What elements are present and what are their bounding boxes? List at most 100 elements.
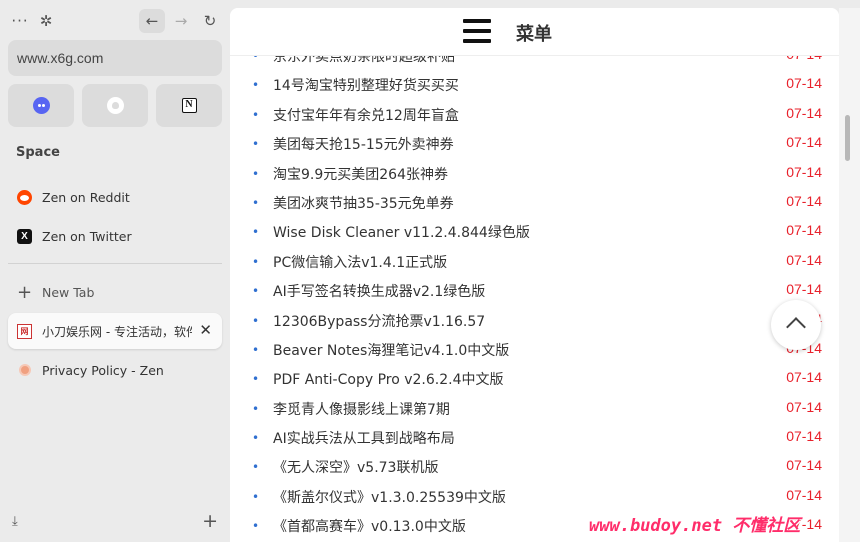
list-item-date: 07-14 — [786, 428, 822, 445]
list-item-title[interactable]: 支付宝年年有余兑12周年盲盒 — [273, 105, 459, 125]
add-icon[interactable]: + — [202, 510, 218, 532]
list-item-title[interactable]: 美团冰爽节抽35-35元免单券 — [273, 193, 454, 213]
new-tab-button[interactable]: + New Tab — [8, 275, 222, 309]
bullet-icon: • — [252, 519, 260, 534]
list-item-title[interactable]: 美团每天抢15-15元外卖神券 — [273, 134, 454, 154]
list-item-date: 07-14 — [786, 251, 822, 268]
tab-label: 小刀娱乐网 - 专注活动，软件 — [42, 324, 192, 339]
watermark: www.budoy.net 不懂社区 — [589, 516, 801, 536]
plus-icon: + — [17, 281, 33, 303]
bullet-icon: • — [252, 195, 260, 210]
list-item-date: 07-14 — [786, 486, 822, 503]
list-item[interactable]: • 淘宝9.9元买美团264张神券 07-14 — [230, 160, 839, 189]
github-icon — [106, 97, 124, 114]
bullet-icon: • — [252, 342, 260, 357]
list-item[interactable]: • 美团冰爽节抽35-35元免单券 07-14 — [230, 189, 839, 218]
list-item-title[interactable]: 12306Bypass分流抢票v1.16.57 — [273, 311, 485, 331]
list-item-title[interactable]: 淘宝9.9元买美团264张神券 — [273, 164, 448, 184]
bullet-icon: • — [252, 489, 260, 504]
site-header: 菜单 — [230, 8, 839, 56]
list-item-title[interactable]: 14号淘宝特别整理好货买买买 — [273, 75, 459, 95]
bullet-icon: • — [252, 431, 260, 446]
back-to-top-button[interactable] — [771, 300, 821, 350]
bullet-icon: • — [252, 78, 260, 93]
bullet-icon: • — [252, 137, 260, 152]
pinned-notion[interactable]: N — [156, 84, 222, 127]
reload-icon[interactable]: ↻ — [200, 9, 220, 33]
list-item-date: 07-14 — [786, 163, 822, 180]
close-icon[interactable]: ✕ — [199, 321, 212, 339]
list-item[interactable]: •12306Bypass分流抢票v1.16.5707-14 — [230, 307, 839, 336]
list-item-date: 07-14 — [786, 75, 822, 92]
list-item-date: 07-14 — [786, 222, 822, 239]
list-item-title[interactable]: Wise Disk Cleaner v11.2.4.844绿色版 — [273, 222, 530, 242]
sidebar-item-label: Zen on Twitter — [42, 228, 132, 244]
scrollbar[interactable] — [839, 8, 860, 542]
list-item[interactable]: • AI手写签名转换生成器v2.1绿色版 07-14 — [230, 277, 839, 306]
web-content: •京东外卖点奶茶限时超级补贴07-14•14号淘宝特别整理好货买买买07-14•… — [230, 8, 839, 542]
bullet-icon: • — [252, 313, 260, 328]
sidebar-item-zen-reddit[interactable]: Zen on Reddit — [8, 180, 222, 214]
list-item-title[interactable]: Beaver Notes海狸笔记v4.1.0中文版 — [273, 340, 509, 360]
sidebar-toolbar: ··· ✲ ← → ↻ — [8, 9, 222, 33]
new-tab-label: New Tab — [42, 284, 95, 300]
bullet-icon: • — [252, 401, 260, 416]
list-item[interactable]: • 14号淘宝特别整理好货买买买 07-14 — [230, 71, 839, 100]
list-item-title[interactable]: 《斯盖尔仪式》v1.3.0.25539中文版 — [273, 487, 506, 507]
menu-label[interactable]: 菜单 — [516, 20, 552, 46]
list-item[interactable]: • Wise Disk Cleaner v11.2.4.844绿色版 07-14 — [230, 218, 839, 247]
list-item[interactable]: • 《斯盖尔仪式》v1.3.0.25539中文版 07-14 — [230, 483, 839, 512]
bullet-icon: • — [252, 254, 260, 269]
discord-icon — [32, 97, 50, 114]
tab-active[interactable]: 网 小刀娱乐网 - 专注活动，软件 ✕ — [8, 313, 222, 349]
list-item[interactable]: •Beaver Notes海狸笔记v4.1.0中文版07-14 — [230, 336, 839, 365]
hamburger-menu-icon[interactable] — [463, 19, 491, 43]
bullet-icon: • — [252, 284, 260, 299]
pinned-github[interactable] — [82, 84, 148, 127]
article-list: •京东外卖点奶茶限时超级补贴07-14•14号淘宝特别整理好货买买买07-14•… — [230, 42, 839, 542]
sidebar: ··· ✲ ← → ↻ www.x6g.com N Space Zen on R… — [0, 0, 230, 542]
sidebar-item-label: Zen on Reddit — [42, 189, 130, 205]
list-item-title[interactable]: PC微信输入法v1.4.1正式版 — [273, 252, 447, 272]
list-item-title[interactable]: AI手写签名转换生成器v2.1绿色版 — [273, 281, 485, 301]
forward-arrow-icon[interactable]: → — [171, 9, 191, 33]
url-bar[interactable]: www.x6g.com — [8, 40, 222, 76]
list-item[interactable]: • 支付宝年年有余兑12周年盲盒 07-14 — [230, 101, 839, 130]
pinned-discord[interactable] — [8, 84, 74, 127]
list-item-date: 07-14 — [786, 457, 822, 474]
download-icon[interactable]: ⤓ — [12, 514, 18, 529]
list-item-date: 07-14 — [786, 281, 822, 298]
bullet-icon: • — [252, 166, 260, 181]
list-item[interactable]: • 《无人深空》v5.73联机版 07-14 — [230, 453, 839, 482]
list-item-date: 07-14 — [786, 104, 822, 121]
sidebar-divider — [8, 263, 222, 264]
list-item[interactable]: • PC微信输入法v1.4.1正式版 07-14 — [230, 248, 839, 277]
list-item[interactable]: • 李觅青人像摄影线上课第7期 07-14 — [230, 395, 839, 424]
extensions-icon[interactable]: ✲ — [36, 9, 56, 33]
tab-label: Privacy Policy - Zen — [42, 362, 164, 378]
zen-favicon-icon — [18, 364, 31, 376]
back-arrow-icon[interactable]: ← — [139, 9, 165, 33]
tab-privacy-policy[interactable]: Privacy Policy - Zen — [8, 353, 222, 387]
list-item-date: 07-14 — [786, 369, 822, 386]
list-item-title[interactable]: 《首都高赛车》v0.13.0中文版 — [273, 516, 466, 536]
list-item-title[interactable]: AI实战兵法从工具到战略布局 — [273, 428, 455, 448]
list-item-date: 07-14 — [786, 398, 822, 415]
site-favicon-icon: 网 — [17, 323, 32, 339]
bullet-icon: • — [252, 460, 260, 475]
more-menu-icon[interactable]: ··· — [10, 9, 30, 33]
space-label: Space — [16, 145, 60, 160]
list-item[interactable]: • AI实战兵法从工具到战略布局 07-14 — [230, 424, 839, 453]
list-item-title[interactable]: 《无人深空》v5.73联机版 — [273, 457, 438, 477]
list-item-title[interactable]: PDF Anti-Copy Pro v2.6.2.4中文版 — [273, 369, 504, 389]
list-item-date: 07-14 — [786, 134, 822, 151]
list-item[interactable]: • 美团每天抢15-15元外卖神券 07-14 — [230, 130, 839, 159]
sidebar-item-zen-twitter[interactable]: X Zen on Twitter — [8, 219, 222, 253]
scrollbar-thumb[interactable] — [845, 115, 850, 161]
pinned-sites: N — [8, 84, 223, 127]
list-item-title[interactable]: 李觅青人像摄影线上课第7期 — [273, 399, 450, 419]
sidebar-bottom-bar: ⤓ + — [8, 510, 222, 536]
list-item[interactable]: • PDF Anti-Copy Pro v2.6.2.4中文版 07-14 — [230, 365, 839, 394]
x-twitter-icon: X — [17, 228, 32, 244]
notion-icon: N — [181, 98, 197, 113]
